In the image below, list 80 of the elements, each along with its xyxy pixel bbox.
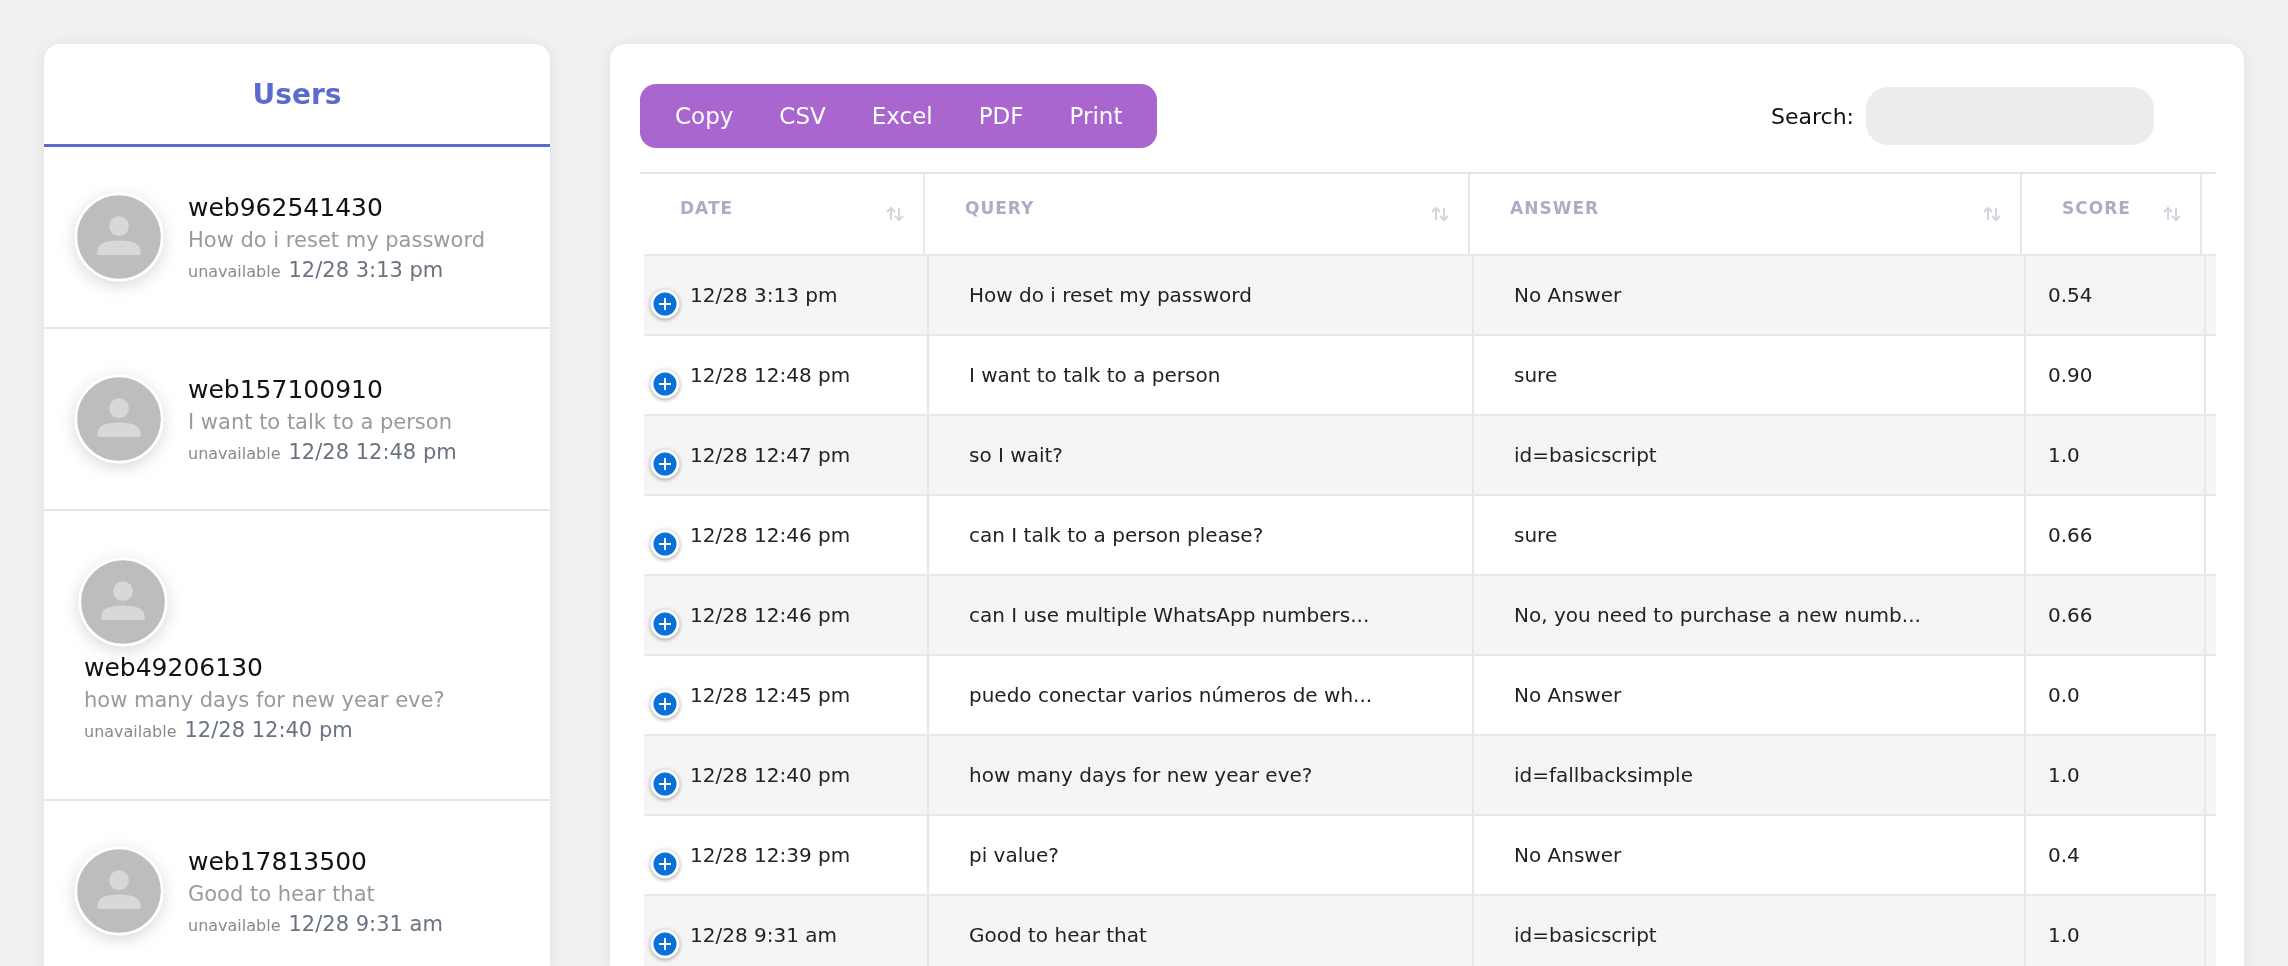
last-message: I want to talk to a person	[188, 409, 453, 434]
table-cell: 1.0	[2048, 443, 2080, 467]
export-button[interactable]: Excel	[848, 84, 956, 148]
expand-row-icon[interactable]	[650, 289, 680, 319]
table-cell: can I talk to a person please?	[969, 523, 1264, 547]
user-status: unavailable	[188, 261, 281, 281]
message-time: 12/28 12:40 pm	[184, 718, 353, 742]
user-status: unavailable	[188, 443, 281, 463]
table-cell: id=basicscript	[1514, 443, 1657, 467]
expand-row-icon[interactable]	[650, 449, 680, 479]
table-cell: 0.90	[2048, 363, 2093, 387]
table-cell: No, you need to purchase a new numb...	[1514, 603, 1921, 627]
avatar-icon	[74, 192, 164, 282]
message-time: 12/28 3:13 pm	[288, 257, 444, 282]
search-label: Search:	[1771, 103, 1854, 129]
table-cell: 12/28 9:31 am	[690, 923, 837, 947]
sort-icon	[1982, 206, 2002, 222]
expand-row-icon[interactable]	[650, 849, 680, 879]
table-cell: 0.54	[2048, 283, 2093, 307]
table-cell: 12/28 12:48 pm	[690, 363, 851, 387]
table-cell: can I use multiple WhatsApp numbers...	[969, 603, 1370, 627]
user-item[interactable]: web49206130 how many days for new year eve? unavailable 12/28 12:40 pm	[44, 511, 550, 801]
user-item[interactable]: web962541430 How do i reset my password unavailable 12/28 3:13 pm	[44, 147, 550, 329]
avatar-icon	[78, 557, 168, 647]
table-cell: pi value?	[969, 843, 1059, 867]
table-cell: 12/28 12:40 pm	[690, 763, 851, 787]
last-message: How do i reset my password	[188, 227, 485, 252]
expand-row-icon[interactable]	[650, 609, 680, 639]
last-message: Good to hear that	[188, 881, 376, 906]
table-cell: How do i reset my password	[969, 283, 1252, 307]
user-name: web962541430	[188, 192, 384, 222]
table-cell: No Answer	[1514, 683, 1622, 707]
expand-row-icon[interactable]	[650, 929, 680, 959]
user-item[interactable]: web157100910 I want to talk to a person unavailable 12/28 12:48 pm	[44, 329, 550, 511]
user-status: unavailable	[188, 915, 281, 935]
table-cell: 0.4	[2048, 843, 2080, 867]
user-name: web49206130	[84, 653, 264, 682]
last-message: how many days for new year eve?	[84, 688, 446, 712]
user-name: web157100910	[188, 374, 384, 404]
sort-icon	[2162, 206, 2182, 222]
expand-row-icon[interactable]	[650, 529, 680, 559]
table-cell: 1.0	[2048, 923, 2080, 947]
panel-title: Users	[252, 77, 342, 111]
table-cell: 0.66	[2048, 523, 2093, 547]
table-cell: 12/28 12:47 pm	[690, 443, 851, 467]
user-name: web17813500	[188, 846, 368, 876]
sort-icon	[1430, 206, 1450, 222]
export-button[interactable]: PDF	[955, 84, 1047, 148]
export-button[interactable]: Copy	[652, 84, 757, 148]
table-cell: 0.0	[2048, 683, 2080, 707]
sort-icon	[885, 206, 905, 222]
avatar-icon	[74, 846, 164, 936]
table-cell: 12/28 12:46 pm	[690, 603, 851, 627]
table-cell: Good to hear that	[969, 923, 1147, 947]
table-cell: id=basicscript	[1514, 923, 1657, 947]
table-cell: No Answer	[1514, 283, 1622, 307]
table-cell: 12/28 12:45 pm	[690, 683, 851, 707]
export-button[interactable]: CSV	[756, 84, 849, 148]
message-time: 12/28 9:31 am	[288, 911, 443, 936]
table-cell: 12/28 12:46 pm	[690, 523, 851, 547]
expand-row-icon[interactable]	[650, 369, 680, 399]
table-cell: id=fallbacksimple	[1514, 763, 1693, 787]
user-item[interactable]: web17813500 Good to hear that unavailable 12/28 9:31 am	[44, 801, 550, 966]
table-cell: I want to talk to a person	[969, 363, 1221, 387]
table-cell: 0.66	[2048, 603, 2093, 627]
table-cell: puedo conectar varios números de wh...	[969, 683, 1373, 707]
table-cell: 12/28 3:13 pm	[690, 283, 838, 307]
export-button[interactable]: Print	[1046, 84, 1146, 148]
table-cell: 12/28 12:39 pm	[690, 843, 851, 867]
table-cell: how many days for new year eve?	[969, 763, 1313, 787]
table-cell: 1.0	[2048, 763, 2080, 787]
table-cell: sure	[1514, 363, 1558, 387]
expand-row-icon[interactable]	[650, 689, 680, 719]
table-cell: No Answer	[1514, 843, 1622, 867]
table-cell: so I wait?	[969, 443, 1063, 467]
message-time: 12/28 12:48 pm	[288, 439, 457, 464]
expand-row-icon[interactable]	[650, 769, 680, 799]
table-cell: sure	[1514, 523, 1558, 547]
user-status: unavailable	[84, 722, 177, 741]
avatar-icon	[74, 374, 164, 464]
